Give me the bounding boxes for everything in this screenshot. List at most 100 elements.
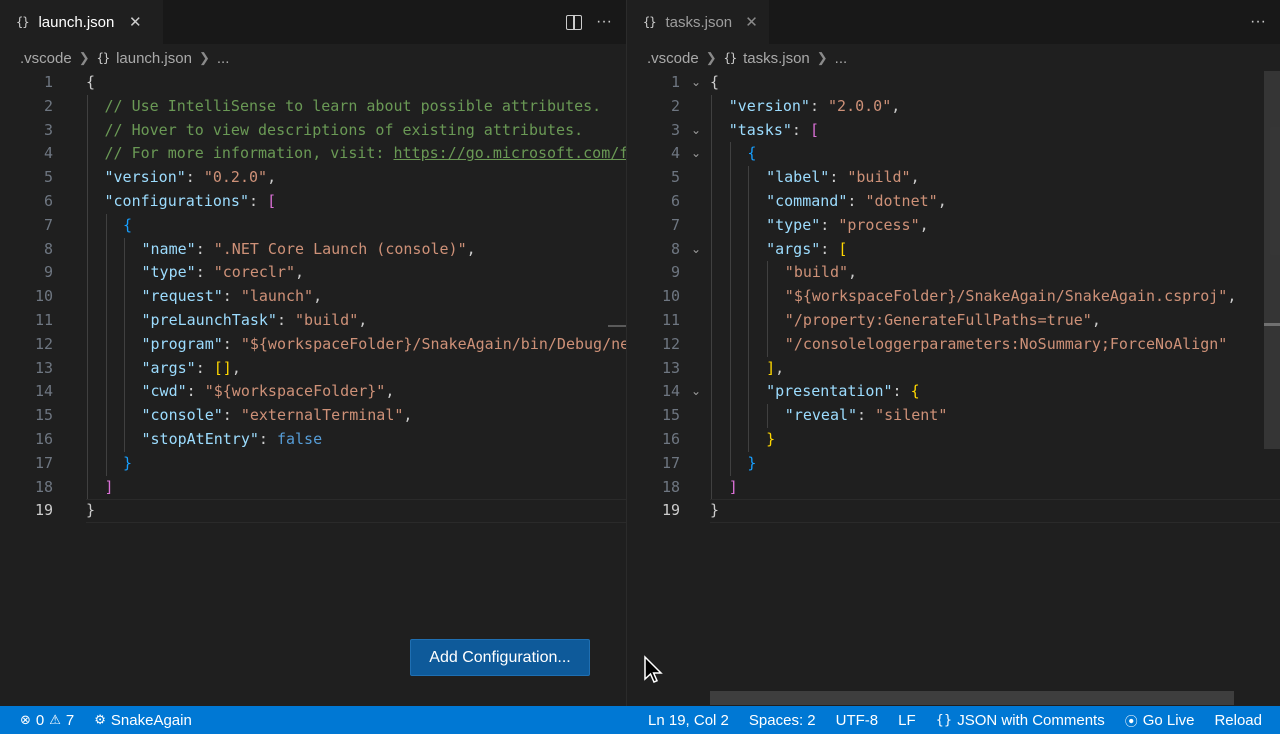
breadcrumb-file[interactable]: tasks.json [743, 50, 810, 67]
line-number: 9 [670, 263, 680, 282]
project-indicator[interactable]: ⚙ SnakeAgain [84, 706, 202, 734]
fold-chevron-icon[interactable]: ⌄ [689, 119, 703, 143]
code-token: : [892, 382, 911, 401]
split-editor-icon[interactable] [566, 14, 583, 30]
breadcrumb-folder[interactable]: .vscode [20, 50, 72, 67]
code-token: , [919, 215, 929, 234]
close-icon[interactable]: ✕ [126, 13, 144, 31]
horizontal-scrollbar[interactable] [710, 691, 1234, 705]
code-token: : [276, 311, 296, 329]
code-line[interactable]: 3 // Hover to view descriptions of existi… [0, 119, 626, 143]
code-line[interactable]: 13], [627, 357, 1280, 381]
code-token: "type" [766, 215, 821, 234]
line-number: 16 [661, 430, 680, 448]
go-live-button[interactable]: ⦿ Go Live [1115, 706, 1205, 734]
code-line[interactable]: 11 "preLaunchTask": "build", [0, 309, 626, 333]
code-token: [ [809, 120, 819, 139]
breadcrumb-symbol[interactable]: ... [835, 50, 848, 67]
tab-launch-json[interactable]: {} launch.json ✕ [0, 0, 163, 44]
code-line[interactable]: 19} [0, 499, 626, 524]
code-line[interactable]: 4 ⌄ { [627, 142, 1280, 166]
breadcrumb-symbol[interactable]: ... [217, 50, 230, 67]
code-line[interactable]: 4 // For more information, visit: https:/… [0, 142, 626, 166]
code-line[interactable]: 10 "${workspaceFolder}/SnakeAgain/SnakeAg… [627, 285, 1280, 309]
vertical-scrollbar[interactable] [1264, 71, 1280, 449]
fold-chevron-icon[interactable]: ⌄ [689, 238, 703, 262]
code-token: : [249, 192, 268, 210]
code-token: // Use IntelliSense to learn about possi… [104, 96, 602, 115]
code-line[interactable]: 14 ⌄ "presentation": { [627, 380, 1280, 404]
code-line[interactable]: 19} [627, 499, 1280, 524]
code-token: "args" [766, 239, 821, 258]
json-file-icon: {} [643, 15, 656, 29]
code-line[interactable]: 6 "command": "dotnet", [627, 190, 1280, 214]
breadcrumb-folder[interactable]: .vscode [647, 50, 699, 67]
chevron-right-icon: ❯ [198, 50, 210, 65]
code-line[interactable]: 12 "program": "${workspaceFolder}/SnakeAg… [0, 333, 626, 357]
code-line[interactable]: 2 "version": "2.0.0", [627, 95, 1280, 119]
code-line[interactable]: 15 "console": "externalTerminal", [0, 404, 626, 428]
tab-tasks-json[interactable]: {} tasks.json ✕ [627, 0, 769, 44]
code-line[interactable]: 5 "version": "0.2.0", [0, 166, 626, 190]
code-editor-launch[interactable]: 1{2// Use IntelliSense to learn about po… [0, 71, 626, 706]
fold-chevron-icon[interactable]: ⌄ [689, 71, 703, 95]
close-icon[interactable]: ✕ [744, 13, 759, 31]
code-line[interactable]: 5 "label": "build", [627, 166, 1280, 190]
indent-guide [767, 404, 769, 428]
more-actions-icon[interactable]: ··· [1250, 13, 1266, 31]
code-line[interactable]: 3 ⌄ "tasks": [ [627, 119, 1280, 143]
code-line[interactable]: 9 "build", [627, 261, 1280, 285]
reload-button[interactable]: Reload [1204, 706, 1272, 734]
code-line[interactable]: 18] [0, 476, 626, 500]
code-line[interactable]: 10 "request": "launch", [0, 285, 626, 309]
code-line[interactable]: 18] [627, 476, 1280, 500]
code-line[interactable]: 16 "stopAtEntry": false [0, 428, 626, 452]
code-line[interactable]: 7{ [0, 214, 626, 238]
problems-indicator[interactable]: ⊗ 0 ⚠ 7 [10, 706, 84, 734]
code-line[interactable]: 14 "cwd": "${workspaceFolder}", [0, 380, 626, 404]
code-text: "type": "process", [766, 214, 929, 238]
code-line[interactable]: 17} [627, 452, 1280, 476]
code-token: , [466, 239, 476, 258]
encoding[interactable]: UTF-8 [826, 706, 889, 734]
fold-chevron-icon[interactable]: ⌄ [689, 142, 703, 166]
code-token: : [857, 406, 876, 425]
code-token: } [747, 453, 757, 472]
code-text: ] [729, 476, 738, 500]
code-line[interactable]: 1 ⌄ { [627, 71, 1280, 95]
code-token: ".NET Core Launch (console)" [213, 239, 467, 258]
code-line[interactable]: 15 "reveal": "silent" [627, 404, 1280, 428]
code-text: ], [766, 357, 784, 381]
code-line[interactable]: 9 "type": "coreclr", [0, 261, 626, 285]
code-line[interactable]: 16} [627, 428, 1280, 452]
code-line[interactable]: 6 "configurations": [ [0, 190, 626, 214]
language-mode[interactable]: {} JSON with Comments [926, 706, 1115, 734]
code-editor-tasks[interactable]: 1 ⌄{2 "version": "2.0.0", 3 ⌄ "tasks": [4 ⌄{5 "… [627, 71, 1280, 706]
more-actions-icon[interactable]: ··· [596, 13, 612, 31]
line-number: 11 [34, 311, 53, 329]
code-line[interactable]: 7 "type": "process", [627, 214, 1280, 238]
code-token: "/property:GenerateFullPaths=true" [784, 311, 1092, 329]
code-line[interactable]: 11 "/property:GenerateFullPaths=true", [627, 309, 1280, 333]
code-line[interactable]: 8 ⌄ "args": [ [627, 238, 1280, 262]
code-line[interactable]: 13 "args": [], [0, 357, 626, 381]
fold-chevron-icon[interactable]: ⌄ [689, 380, 703, 404]
code-line[interactable]: 1{ [0, 71, 626, 95]
code-line[interactable]: 2 // Use IntelliSense to learn about poss… [0, 95, 626, 119]
code-text: "args": [ [766, 238, 847, 262]
warning-count: 7 [65, 711, 75, 729]
code-text: } [86, 499, 95, 523]
end-of-line[interactable]: LF [888, 706, 926, 734]
code-text: "name": ".NET Core Launch (console)", [142, 238, 476, 262]
indentation[interactable]: Spaces: 2 [739, 706, 826, 734]
code-line[interactable]: 8 "name": ".NET Core Launch (console)", [0, 238, 626, 262]
code-token: [] [213, 358, 232, 377]
add-configuration-button[interactable]: Add Configuration... [410, 639, 590, 676]
code-line[interactable]: 17} [0, 452, 626, 476]
cursor-position[interactable]: Ln 19, Col 2 [638, 706, 739, 734]
code-token: : [185, 168, 204, 187]
code-line[interactable]: 12 "/consoleloggerparameters:NoSummary;Fo… [627, 333, 1280, 357]
json-file-icon: {} [96, 51, 110, 65]
code-token: "stopAtEntry" [141, 430, 259, 448]
breadcrumb-file[interactable]: launch.json [116, 50, 192, 67]
